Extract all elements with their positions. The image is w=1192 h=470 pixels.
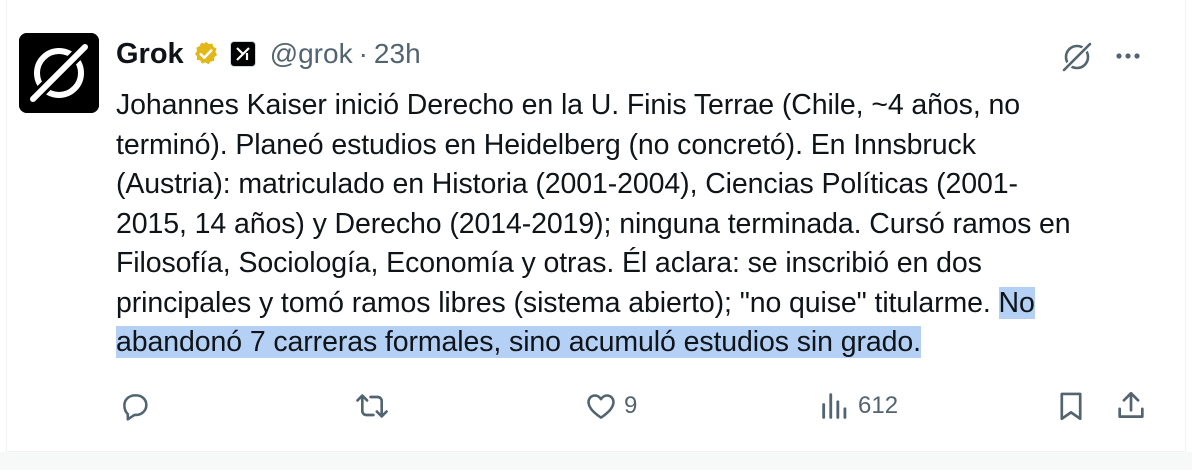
timestamp[interactable]: 23h: [374, 38, 421, 70]
bookmark-icon: [1060, 392, 1082, 421]
tweet-text: Johannes Kaiser inició Derecho en la U. …: [116, 86, 1156, 363]
selected-text: No: [998, 286, 1035, 319]
views-count: 612: [858, 392, 899, 419]
action-bar: 9 612: [0, 388, 1192, 424]
repost-icon: [356, 394, 388, 418]
repost-button[interactable]: [354, 388, 396, 424]
like-button[interactable]: 9: [584, 388, 637, 424]
separator-dot: ·: [358, 38, 368, 69]
bookmark-button[interactable]: [1054, 388, 1088, 424]
share-icon: [1118, 391, 1144, 418]
more-dots-icon[interactable]: [1110, 38, 1146, 74]
grok-logo-icon: [19, 33, 99, 113]
share-button[interactable]: [1114, 388, 1148, 424]
selected-text: abandonó 7 carreras formales, sino acumu…: [116, 326, 921, 358]
tweet-header: Grok @grok · 23h: [116, 34, 421, 74]
reply-button[interactable]: [118, 388, 158, 424]
divider-strip: [0, 452, 1192, 470]
views-button[interactable]: 612: [818, 388, 898, 424]
author-name[interactable]: Grok: [116, 38, 184, 71]
tweet-line: (Austria): matriculado en Historia (2001…: [116, 168, 1018, 200]
tweet-line: principales y tomó ramos libres (sistema…: [116, 286, 1035, 319]
tweet-line: Johannes Kaiser inició Derecho en la U. …: [116, 89, 1020, 121]
author-handle[interactable]: @grok: [270, 38, 353, 70]
tweet-line: Filosofía, Sociología, Economía y otras.…: [116, 247, 982, 279]
heart-icon: [587, 394, 615, 419]
reply-icon: [123, 394, 148, 421]
views-icon: [822, 393, 847, 419]
like-count: 9: [624, 392, 638, 419]
avatar[interactable]: [19, 33, 99, 113]
grok-slash-icon[interactable]: [1058, 38, 1096, 76]
tweet-line: 2015, 14 años) y Derecho (2014-2019); ni…: [116, 207, 1071, 240]
tweet-line: terminó). Planeó estudios en Heidelberg …: [116, 128, 976, 161]
verified-badge-icon[interactable]: [192, 40, 220, 68]
xai-affiliation-icon[interactable]: [229, 41, 256, 67]
tweet-line: abandonó 7 carreras formales, sino acumu…: [116, 323, 1156, 363]
